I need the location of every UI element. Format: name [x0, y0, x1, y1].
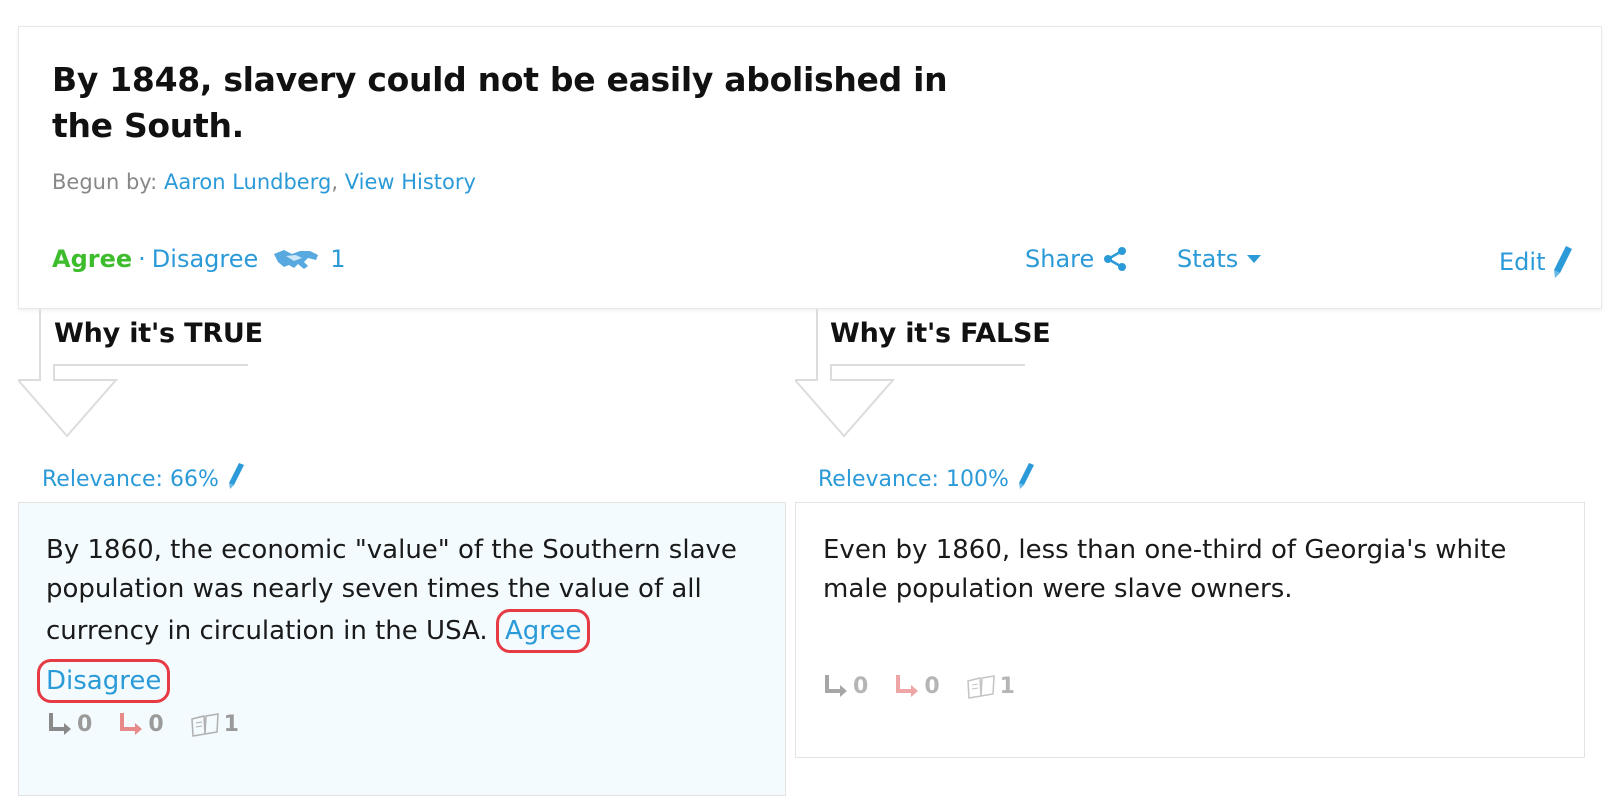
con-argument-card[interactable]: Even by 1860, less than one-third of Geo…	[795, 502, 1585, 758]
view-history-link[interactable]: View History	[345, 170, 476, 194]
edit-label: Edit	[1499, 248, 1546, 276]
pro-disagree-button[interactable]: Disagree	[37, 659, 171, 703]
con-relevance[interactable]: Relevance: 100%	[818, 462, 1035, 496]
support-count: 0	[853, 674, 869, 699]
con-argument-text: Even by 1860, less than one-third of Geo…	[823, 531, 1563, 609]
support-arrow-icon	[49, 713, 71, 735]
oppose-count: 0	[148, 712, 164, 737]
pencil-icon	[1551, 245, 1573, 279]
support-arrow-icon	[825, 675, 847, 697]
agree-button[interactable]: Agree	[52, 245, 132, 273]
vote-separator: ·	[138, 245, 146, 273]
pro-argument-text: By 1860, the economic "value" of the Sou…	[37, 531, 756, 703]
oppose-arrow-icon	[120, 713, 143, 735]
vote-row: Agree · Disagree 1	[52, 245, 346, 273]
share-label: Share	[1025, 245, 1095, 273]
con-heading: Why it's FALSE	[830, 318, 1051, 349]
source-count: 1	[223, 711, 239, 737]
claim-card: By 1848, slavery could not be easily abo…	[18, 26, 1602, 309]
begun-separator: ,	[331, 170, 339, 194]
share-button[interactable]: Share	[1025, 245, 1128, 273]
pro-argument-card[interactable]: By 1860, the economic "value" of the Sou…	[18, 502, 786, 796]
pro-relevance[interactable]: Relevance: 66%	[42, 462, 245, 496]
stats-dropdown[interactable]: Stats	[1177, 245, 1262, 273]
pro-counts: 0 0 1	[47, 711, 265, 737]
begun-by-line: Begun by: Aaron Lundberg, View History	[52, 170, 476, 194]
oppose-count: 0	[924, 674, 940, 699]
claim-title: By 1848, slavery could not be easily abo…	[52, 60, 948, 145]
con-statement: Even by 1860, less than one-third of Geo…	[823, 535, 1507, 604]
source-count-group[interactable]: 1	[190, 712, 239, 737]
caret-down-icon	[1246, 254, 1262, 264]
stats-label: Stats	[1177, 245, 1239, 273]
book-icon	[190, 712, 219, 737]
oppose-arrow-icon	[896, 675, 919, 697]
source-count-group[interactable]: 1	[966, 674, 1015, 699]
support-count: 0	[77, 712, 93, 737]
pro-heading: Why it's TRUE	[54, 318, 263, 349]
book-icon	[966, 674, 995, 699]
pencil-icon	[227, 462, 245, 496]
author-link[interactable]: Aaron Lundberg	[164, 170, 331, 194]
agree-count: 1	[330, 245, 346, 273]
pencil-icon	[1017, 462, 1035, 496]
handshake-icon	[272, 246, 320, 272]
source-count: 1	[999, 673, 1015, 699]
support-count-group[interactable]: 0	[47, 711, 92, 737]
pro-relevance-label: Relevance: 66%	[42, 466, 219, 492]
disagree-button[interactable]: Disagree	[152, 245, 258, 273]
oppose-count-group[interactable]: 0	[118, 711, 164, 737]
con-counts: 0 0 1	[823, 673, 1041, 699]
con-relevance-label: Relevance: 100%	[818, 466, 1009, 492]
edit-button[interactable]: Edit	[1499, 245, 1573, 279]
pro-agree-button[interactable]: Agree	[495, 609, 591, 653]
support-count-group[interactable]: 0	[823, 673, 868, 699]
begun-by-label: Begun by:	[52, 170, 158, 194]
share-icon	[1102, 246, 1128, 272]
oppose-count-group[interactable]: 0	[894, 673, 940, 699]
pro-statement: By 1860, the economic "value" of the Sou…	[46, 535, 737, 646]
